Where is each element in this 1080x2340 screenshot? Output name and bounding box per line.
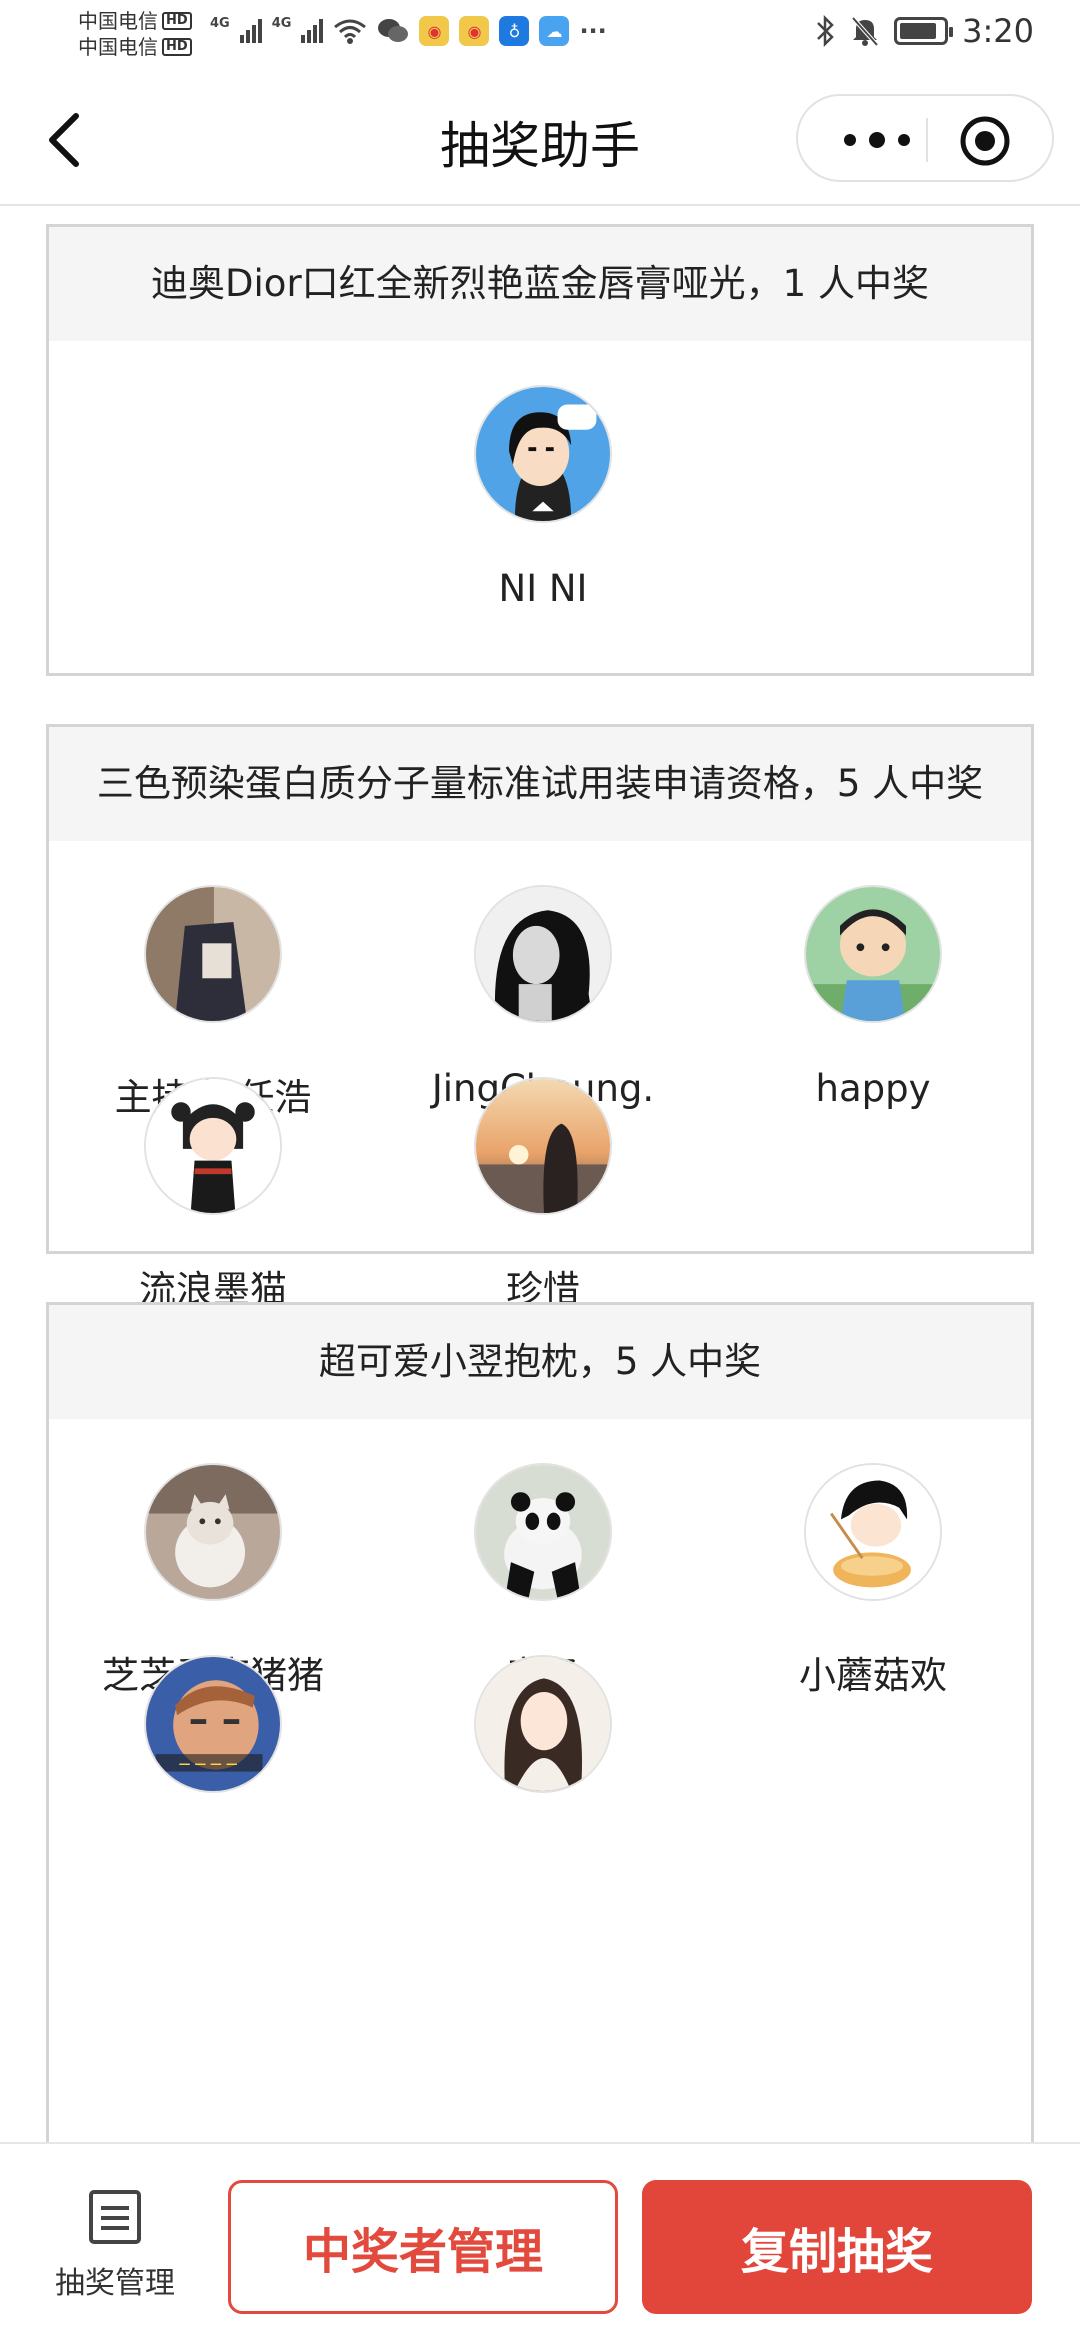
- weibo-icon-1: ◉: [419, 16, 450, 46]
- mute-bell-icon: [851, 16, 879, 47]
- winner-item[interactable]: NI NI: [379, 385, 707, 610]
- network-type-1: 4G: [210, 16, 230, 31]
- prize-card: 超可爱小翌抱枕，5 人中奖 芝芝爱南猪猪: [46, 1302, 1034, 2142]
- carrier-name-2: 中国电信: [78, 35, 158, 59]
- winner-name: NI NI: [498, 567, 588, 610]
- avatar: [144, 885, 282, 1023]
- avatar: [144, 1463, 282, 1601]
- prize-list: 迪奥Dior口红全新烈艳蓝金唇膏哑光，1 人中奖 NI NI 三色预染蛋白质分子…: [0, 208, 1080, 2142]
- avatar: [474, 885, 612, 1023]
- prize-card: 迪奥Dior口红全新烈艳蓝金唇膏哑光，1 人中奖 NI NI: [46, 224, 1034, 676]
- close-mini-program-icon[interactable]: [958, 114, 1012, 168]
- avatar: [474, 1463, 612, 1601]
- winner-item[interactable]: 小蘑菇欢: [709, 1463, 1037, 1699]
- avatar: [474, 1655, 612, 1793]
- winner-item[interactable]: 流浪墨猫: [49, 1077, 377, 1313]
- avatar: [144, 1077, 282, 1215]
- list-document-icon: [89, 2190, 141, 2244]
- lottery-management-label: 抽奖管理: [55, 2266, 175, 2301]
- winner-management-button[interactable]: 中奖者管理: [228, 2180, 618, 2314]
- wechat-icon: [378, 19, 409, 42]
- svg-text:— — — —: — — — —: [179, 1757, 238, 1771]
- avatar: [474, 385, 612, 523]
- prize-title: 超可爱小翌抱枕，5 人中奖: [49, 1305, 1031, 1419]
- carrier-name-1: 中国电信: [78, 9, 158, 33]
- wifi-icon: [334, 19, 367, 44]
- winner-item[interactable]: happy: [709, 885, 1037, 1110]
- status-bar: 中国电信 HD 中国电信 HD 4G 4G ◉ ◉ ♁ ☁ ··· 3:20: [0, 0, 1080, 72]
- cloud-app-icon: ☁: [539, 16, 570, 46]
- avatar: — — — —: [144, 1655, 282, 1793]
- bulb-app-icon: ♁: [499, 16, 530, 46]
- mini-program-capsule: [796, 94, 1054, 182]
- bottom-action-bar: 抽奖管理 中奖者管理 复制抽奖: [0, 2142, 1080, 2340]
- prize-title: 迪奥Dior口红全新烈艳蓝金唇膏哑光，1 人中奖: [49, 227, 1031, 341]
- capsule-divider: [926, 118, 928, 162]
- signal-icon-2: [301, 19, 324, 43]
- carrier-info: 中国电信 HD 中国电信 HD: [78, 8, 192, 60]
- battery-icon: [894, 17, 954, 45]
- bluetooth-icon: [817, 15, 834, 47]
- status-time: 3:20: [962, 12, 1034, 50]
- avatar: [804, 885, 942, 1023]
- signal-icon-1: [239, 19, 262, 43]
- navigation-bar: 抽奖助手: [0, 72, 1080, 206]
- winner-name: happy: [815, 1067, 931, 1110]
- more-options-icon[interactable]: [832, 124, 922, 156]
- avatar: [804, 1463, 942, 1601]
- weibo-icon-2: ◉: [459, 16, 490, 46]
- winner-item[interactable]: [379, 1655, 707, 1837]
- network-type-2: 4G: [271, 16, 292, 31]
- prize-card: 三色预染蛋白质分子量标准试用装申请资格，5 人中奖 主持人 任浩 J: [46, 724, 1037, 1311]
- avatar: [474, 1077, 612, 1215]
- hd-badge-2: HD: [162, 38, 192, 56]
- winner-item[interactable]: — — — —: [49, 1655, 377, 1837]
- winner-item[interactable]: 珍惜: [379, 1077, 707, 1313]
- copy-lottery-button[interactable]: 复制抽奖: [642, 2180, 1032, 2314]
- prize-title: 三色预染蛋白质分子量标准试用装申请资格，5 人中奖: [49, 727, 1031, 841]
- lottery-management-tab[interactable]: 抽奖管理: [40, 2188, 190, 2302]
- winner-name: 小蘑菇欢: [799, 1654, 947, 1697]
- more-notifications-icon: ···: [579, 17, 607, 45]
- hd-badge-1: HD: [162, 12, 192, 30]
